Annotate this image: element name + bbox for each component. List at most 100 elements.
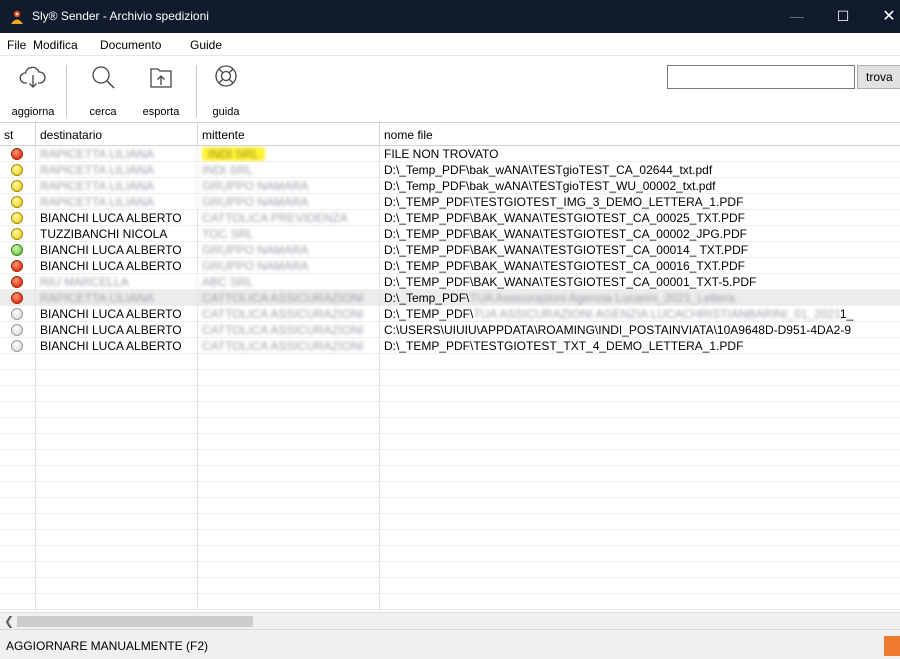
- table-row[interactable]: RAPICETTA LILIANA INDI SRL FILE NON TROVAT…: [0, 146, 900, 162]
- recipient-cell: [36, 514, 198, 530]
- table-row[interactable]: BIANCHI LUCA ALBERTO CATTOLICA PREVIDENZA…: [0, 210, 900, 226]
- recipient-cell: TUZZIBANCHI NICOLA: [36, 226, 198, 242]
- file-name-cell: [380, 418, 900, 434]
- yellow-status-icon: [11, 180, 23, 192]
- file-path-redacted: TUA Assicurazioni Agenzia Lucarini_2021_…: [469, 291, 735, 305]
- scrollbar-thumb[interactable]: [17, 616, 253, 627]
- refresh-button[interactable]: aggiorna: [2, 61, 64, 119]
- file-name-cell: [380, 386, 900, 402]
- sender-cell: [198, 482, 380, 498]
- status-cell: [0, 578, 36, 594]
- recipient-cell: RAPICETTA LILIANA: [36, 194, 198, 210]
- table-row[interactable]: RIU MARCELLA ABC SRL D:\_TEMP_PDF\BAK_WANA…: [0, 274, 900, 290]
- search-label: cerca: [89, 106, 117, 118]
- empty-row[interactable]: [0, 530, 900, 546]
- menu-bar: File Modifica Documento Guide: [0, 33, 900, 56]
- scroll-left-icon[interactable]: ❮: [4, 614, 14, 628]
- sender-text: ABC SRL: [202, 275, 254, 289]
- status-cell: [0, 466, 36, 482]
- file-path-text: D:\_TEMP_PDF\BAK_WANA\TESTGIOTEST_CA_000…: [384, 259, 745, 273]
- menu-file[interactable]: File: [7, 38, 26, 52]
- recipient-cell: RAPICETTA LILIANA: [36, 162, 198, 178]
- status-bar: AGGIORNARE MANUALMENTE (F2): [0, 629, 900, 659]
- column-header-file-name[interactable]: nome file: [380, 123, 900, 146]
- export-button[interactable]: esporta: [134, 61, 188, 119]
- empty-row[interactable]: [0, 594, 900, 610]
- file-path-redacted: TUA ASSICURAZIONI AGENZIA LUCACHRISTIANB…: [473, 307, 840, 321]
- empty-row[interactable]: [0, 354, 900, 370]
- table-row[interactable]: BIANCHI LUCA ALBERTO GRUPPO NAMARA D:\_TEM…: [0, 242, 900, 258]
- maximize-button[interactable]: ☐: [820, 0, 866, 33]
- recipient-cell: BIANCHI LUCA ALBERTO: [36, 242, 198, 258]
- status-cell: [0, 146, 36, 162]
- help-button[interactable]: guida: [200, 61, 252, 119]
- table-row[interactable]: TUZZIBANCHI NICOLA TOC SRL D:\_TEMP_PDF\BA…: [0, 226, 900, 242]
- status-cell: [0, 498, 36, 514]
- red-status-icon: [11, 292, 23, 304]
- status-cell: [0, 306, 36, 322]
- file-path-text: D:\_TEMP_PDF\BAK_WANA\TESTGIOTEST_CA_000…: [384, 243, 749, 257]
- empty-row[interactable]: [0, 466, 900, 482]
- file-path-text: D:\_Temp_PDF\: [384, 291, 470, 305]
- recipient-cell: [36, 402, 198, 418]
- table-row[interactable]: RAPICETTA LILIANA CATTOLICA ASSICURAZIONI…: [0, 290, 900, 306]
- file-path-text: D:\_TEMP_PDF\TESTGIOTEST_TXT_4_DEMO_LETT…: [384, 339, 744, 353]
- file-name-cell: [380, 434, 900, 450]
- empty-row[interactable]: [0, 514, 900, 530]
- toolbar-separator: [66, 65, 67, 117]
- empty-row[interactable]: [0, 562, 900, 578]
- empty-row[interactable]: [0, 578, 900, 594]
- table-row[interactable]: BIANCHI LUCA ALBERTO CATTOLICA ASSICURAZI…: [0, 322, 900, 338]
- yellow-status-icon: [11, 212, 23, 224]
- search-input[interactable]: [667, 65, 855, 89]
- sender-cell: [198, 434, 380, 450]
- status-cell: [0, 338, 36, 354]
- sender-cell: TOC SRL: [198, 226, 380, 242]
- table-row[interactable]: BIANCHI LUCA ALBERTO CATTOLICA ASSICURAZI…: [0, 306, 900, 322]
- file-name-cell: [380, 562, 900, 578]
- status-cell: [0, 482, 36, 498]
- sender-text: CATTOLICA ASSICURAZIONI: [202, 307, 364, 321]
- empty-row[interactable]: [0, 546, 900, 562]
- empty-row[interactable]: [0, 450, 900, 466]
- shipments-grid[interactable]: st destinatario mittente nome file RAPIC…: [0, 123, 900, 612]
- sender-cell: GRUPPO NAMARA: [198, 194, 380, 210]
- yellow-status-icon: [11, 164, 23, 176]
- table-row[interactable]: BIANCHI LUCA ALBERTO GRUPPO NAMARA D:\_TEM…: [0, 258, 900, 274]
- recipient-cell: [36, 466, 198, 482]
- empty-row[interactable]: [0, 498, 900, 514]
- column-header-status[interactable]: st: [0, 123, 36, 146]
- empty-row[interactable]: [0, 482, 900, 498]
- empty-row[interactable]: [0, 386, 900, 402]
- status-cell: [0, 514, 36, 530]
- column-header-sender[interactable]: mittente: [198, 123, 380, 146]
- empty-row[interactable]: [0, 418, 900, 434]
- file-name-cell: [380, 594, 900, 610]
- close-button[interactable]: ✕: [866, 0, 900, 33]
- sender-cell: [198, 562, 380, 578]
- red-status-icon: [11, 260, 23, 272]
- minimize-button[interactable]: —: [774, 0, 820, 33]
- table-row[interactable]: RAPICETTA LILIANA GRUPPO NAMARA D:\_Temp_P…: [0, 178, 900, 194]
- file-path-text: FILE NON TROVATO: [384, 147, 499, 161]
- menu-modifica[interactable]: Modifica: [33, 38, 78, 52]
- recipient-cell: [36, 546, 198, 562]
- table-row[interactable]: RAPICETTA LILIANA INDI SRL D:\_Temp_PDF\ba…: [0, 162, 900, 178]
- empty-row[interactable]: [0, 402, 900, 418]
- empty-row[interactable]: [0, 434, 900, 450]
- status-cell: [0, 290, 36, 306]
- recipient-cell: RAPICETTA LILIANA: [36, 178, 198, 194]
- table-row[interactable]: RAPICETTA LILIANA GRUPPO NAMARA D:\_TEMP_P…: [0, 194, 900, 210]
- table-row[interactable]: BIANCHI LUCA ALBERTO CATTOLICA ASSICURAZI…: [0, 338, 900, 354]
- file-name-cell: [380, 370, 900, 386]
- menu-documento[interactable]: Documento: [100, 38, 161, 52]
- empty-row[interactable]: [0, 370, 900, 386]
- column-header-recipient[interactable]: destinatario: [36, 123, 198, 146]
- find-button[interactable]: trova: [857, 65, 900, 89]
- search-button[interactable]: cerca: [77, 61, 129, 119]
- status-cell: [0, 530, 36, 546]
- horizontal-scrollbar[interactable]: ❮: [0, 612, 900, 629]
- status-cell: [0, 562, 36, 578]
- status-cell: [0, 210, 36, 226]
- menu-guide[interactable]: Guide: [190, 38, 222, 52]
